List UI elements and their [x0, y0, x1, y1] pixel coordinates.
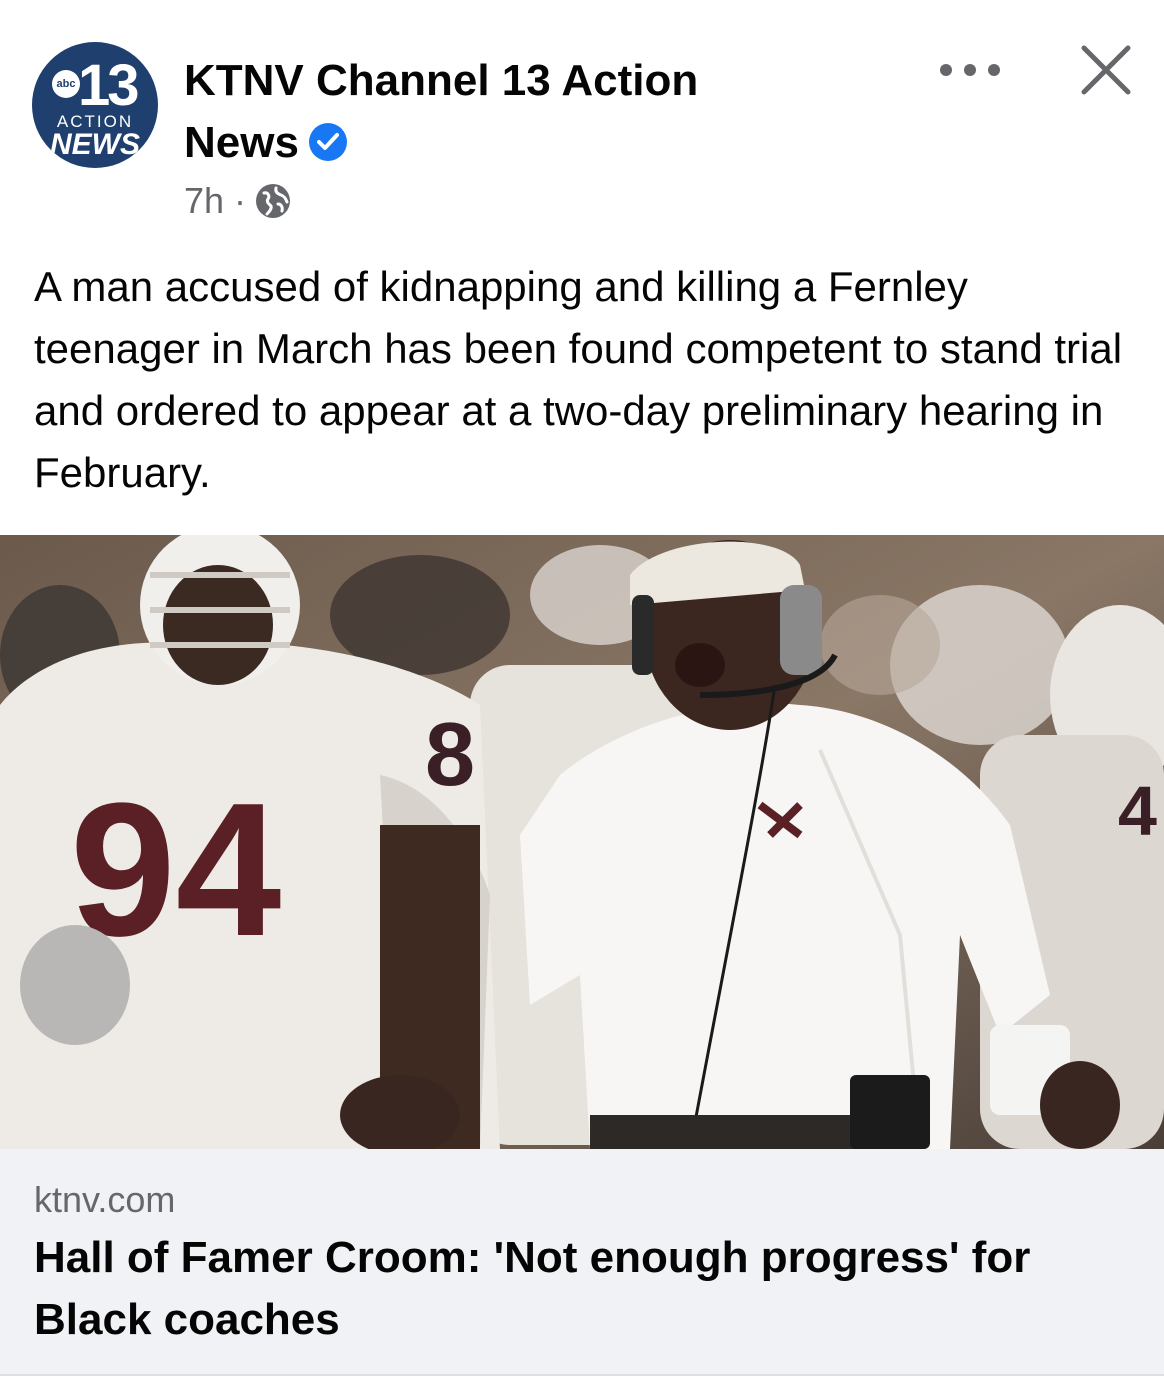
jersey-partial-number: 8	[425, 705, 475, 805]
more-dot	[988, 64, 1000, 76]
more-dot	[964, 64, 976, 76]
post-header: abc 13 ACTION NEWS KTNV Channel 13 Actio…	[0, 0, 1164, 240]
abc-logo-icon: abc	[52, 70, 80, 98]
meta-separator: ·	[234, 180, 247, 221]
more-dot	[940, 64, 952, 76]
page-name[interactable]: KTNV Channel 13 Action News	[184, 56, 698, 167]
link-preview-card[interactable]: ktnv.com Hall of Famer Croom: 'Not enoug…	[0, 1149, 1164, 1376]
link-headline[interactable]: Hall of Famer Croom: 'Not enough progres…	[34, 1227, 1134, 1351]
post-caption: A man accused of kidnapping and killing …	[34, 263, 1123, 496]
globe-icon	[256, 184, 291, 218]
page-avatar[interactable]: abc 13 ACTION NEWS	[32, 42, 158, 168]
channel-number: 13	[78, 53, 139, 118]
link-domain: ktnv.com	[34, 1179, 176, 1220]
post-meta: 7h ·	[184, 180, 291, 222]
close-icon[interactable]	[1076, 40, 1136, 100]
link-preview-image[interactable]: 4 94 8	[0, 535, 1164, 1149]
football-photo-illustration: 4 94 8	[0, 535, 1164, 1149]
page-name-link[interactable]: KTNV Channel 13 Action News	[184, 50, 804, 174]
post-timestamp[interactable]: 7h	[184, 180, 224, 222]
verified-badge-icon	[308, 123, 347, 161]
more-options-icon[interactable]	[940, 50, 1000, 90]
avatar-line2: NEWS	[50, 128, 140, 161]
jersey-right-number: 4	[1118, 772, 1157, 850]
